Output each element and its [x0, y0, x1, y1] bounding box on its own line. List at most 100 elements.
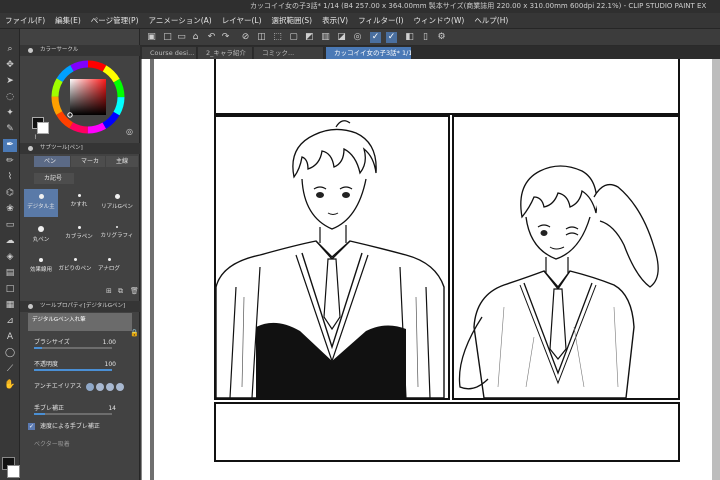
sub-tool-add-icon[interactable]: ⊞: [106, 287, 112, 295]
sub-tool-header[interactable]: サブツール[ペン]: [20, 143, 140, 154]
ruler-icon[interactable]: ◪: [336, 32, 347, 43]
eraser-icon[interactable]: ▭: [3, 219, 17, 232]
new-file-icon[interactable]: □: [162, 32, 173, 43]
color-sub-swatch[interactable]: [37, 122, 49, 134]
magic-wand-icon[interactable]: ✦: [3, 107, 17, 120]
eyedropper-icon[interactable]: ✎: [3, 123, 17, 136]
gradient-icon[interactable]: ▤: [3, 267, 17, 280]
transform-icon[interactable]: ⬚: [272, 32, 283, 43]
clear-icon[interactable]: ⊘: [240, 32, 251, 43]
pen-icon[interactable]: ✒: [3, 139, 17, 152]
brush-calligraphy[interactable]: カリグラフィ: [100, 221, 134, 249]
brush-size-row[interactable]: ブラシサイズ 1.00: [24, 337, 132, 349]
antialias-row[interactable]: アンチエイリアス: [24, 381, 132, 393]
frame-border-icon[interactable]: ▦: [3, 299, 17, 312]
decoration-icon[interactable]: ❀: [3, 203, 17, 216]
color-circle-header[interactable]: カラーサークル: [20, 45, 140, 56]
canvas-area[interactable]: [141, 59, 720, 480]
brush-size-icon[interactable]: ◧: [404, 32, 415, 43]
brush-kabura-pen[interactable]: カブラペン: [62, 221, 96, 249]
snap-icon[interactable]: ◎: [352, 32, 363, 43]
undo-icon[interactable]: ↶: [206, 32, 217, 43]
canvas-scrollbar[interactable]: [712, 59, 720, 480]
brush-kasure[interactable]: かすれ: [62, 189, 96, 217]
tool-property-header[interactable]: ツールプロパティ[デジタルGペン]: [20, 301, 140, 312]
speed-correction-row[interactable]: ✓ 速度による手ブレ補正: [24, 421, 132, 433]
save-icon[interactable]: ⌂: [190, 32, 201, 43]
sub-tool-copy-icon[interactable]: ⧉: [118, 287, 123, 296]
pencil-icon[interactable]: ✏: [3, 155, 17, 168]
comic-panel-bottom[interactable]: [214, 402, 680, 462]
balloon-icon[interactable]: ◯: [3, 347, 17, 360]
pen-pressure-icon[interactable]: ✓: [370, 32, 381, 43]
menu-animation[interactable]: アニメーション(A): [144, 13, 217, 29]
brush-preset-preview[interactable]: デジタルGペン入れ筆: [28, 313, 132, 331]
ruler-tool-icon[interactable]: ⊿: [3, 315, 17, 328]
fill-icon[interactable]: ◫: [256, 32, 267, 43]
device-icon[interactable]: ▯: [420, 32, 431, 43]
vector-eraser-row[interactable]: ベクター吸着: [24, 439, 132, 451]
menu-window[interactable]: ウィンドウ(W): [409, 13, 470, 29]
comic-panel-top[interactable]: [214, 59, 680, 115]
opacity-slider[interactable]: [34, 369, 112, 371]
pen-mode-icon[interactable]: ✓: [386, 32, 397, 43]
airbrush-icon[interactable]: ⌬: [3, 187, 17, 200]
app-icon[interactable]: ▣: [146, 32, 157, 43]
deselect-icon[interactable]: ▢: [288, 32, 299, 43]
stabilization-row[interactable]: 手ブレ補正 14: [24, 403, 132, 415]
brush-effect-line[interactable]: 効果線用: [24, 253, 58, 281]
invert-selection-icon[interactable]: ◩: [304, 32, 315, 43]
fill-bucket-icon[interactable]: ◈: [3, 251, 17, 264]
zoom-icon[interactable]: ⌕: [3, 43, 17, 56]
brush-analog[interactable]: アナログ: [92, 253, 126, 281]
lasso-icon[interactable]: ◌: [3, 91, 17, 104]
object-select-icon[interactable]: ➤: [3, 75, 17, 88]
opacity-row[interactable]: 不透明度 100: [24, 359, 132, 371]
correct-line-icon[interactable]: ⟋: [3, 363, 17, 376]
tab-comic[interactable]: コミック...: [254, 47, 324, 59]
show-selection-icon[interactable]: ▥: [320, 32, 331, 43]
subtab-group[interactable]: カ記号: [34, 173, 74, 184]
menu-select[interactable]: 選択範囲(S): [267, 13, 318, 29]
document-tab-bar: Course desi... 2_キャラ紹介 コミック... カッコイイ女の子3…: [140, 46, 720, 59]
brush-digital-main[interactable]: デジタル主: [24, 189, 58, 217]
speed-correction-checkbox[interactable]: ✓: [28, 423, 35, 430]
subtab-main-line[interactable]: 主線: [106, 156, 138, 167]
settings-icon[interactable]: ⚙: [436, 32, 447, 43]
tab-course-design[interactable]: Course desi...: [142, 47, 197, 59]
sub-color-swatch[interactable]: [7, 465, 20, 478]
menu-layer[interactable]: レイヤー(L): [217, 13, 267, 29]
hsv-toggle-icon[interactable]: ◎: [126, 127, 133, 136]
brush-real-g-pen[interactable]: リアルGペン: [100, 189, 134, 217]
sub-tool-delete-icon[interactable]: 🗑: [130, 287, 139, 295]
tab-character-intro[interactable]: 2_キャラ紹介: [198, 47, 253, 59]
stabilization-slider[interactable]: [34, 413, 112, 415]
lock-icon[interactable]: 🔒: [130, 329, 139, 337]
brush-size-slider[interactable]: [34, 347, 112, 349]
hand-icon[interactable]: ✋: [3, 379, 17, 392]
text-icon[interactable]: A: [3, 331, 17, 344]
palette-dock: カラーサークル ◎ ⌇ サブツール[ペン] ペン マーカ 主線 カ記号 デジタル…: [20, 29, 140, 480]
menu-view[interactable]: 表示(V): [317, 13, 353, 29]
brush-maru-pen[interactable]: 丸ペン: [24, 221, 58, 249]
color-wheel[interactable]: [50, 59, 126, 135]
comic-panel-left[interactable]: [214, 115, 450, 400]
brush-gabiri[interactable]: ガビりのペン: [58, 253, 92, 281]
subtab-pen[interactable]: ペン: [34, 156, 70, 167]
brush-icon[interactable]: ⌇: [3, 171, 17, 184]
menu-help[interactable]: ヘルプ(H): [469, 13, 513, 29]
subtab-marker[interactable]: マーカ: [71, 156, 105, 167]
antialias-options[interactable]: [86, 383, 126, 392]
open-file-icon[interactable]: ▭: [176, 32, 187, 43]
menu-filter[interactable]: フィルター(I): [353, 13, 408, 29]
menu-file[interactable]: ファイル(F): [0, 13, 50, 29]
menu-page[interactable]: ページ管理(P): [86, 13, 144, 29]
menu-edit[interactable]: 編集(E): [50, 13, 86, 29]
tab-active-document[interactable]: カッコイイ女の子3話* 1/14: [326, 47, 412, 59]
move-icon[interactable]: ✥: [3, 59, 17, 72]
blend-icon[interactable]: ☁: [3, 235, 17, 248]
redo-icon[interactable]: ↷: [220, 32, 231, 43]
comic-panel-right[interactable]: [452, 115, 680, 400]
figure-icon[interactable]: □: [3, 283, 17, 296]
transparent-color-icon[interactable]: ⌇: [34, 134, 37, 141]
